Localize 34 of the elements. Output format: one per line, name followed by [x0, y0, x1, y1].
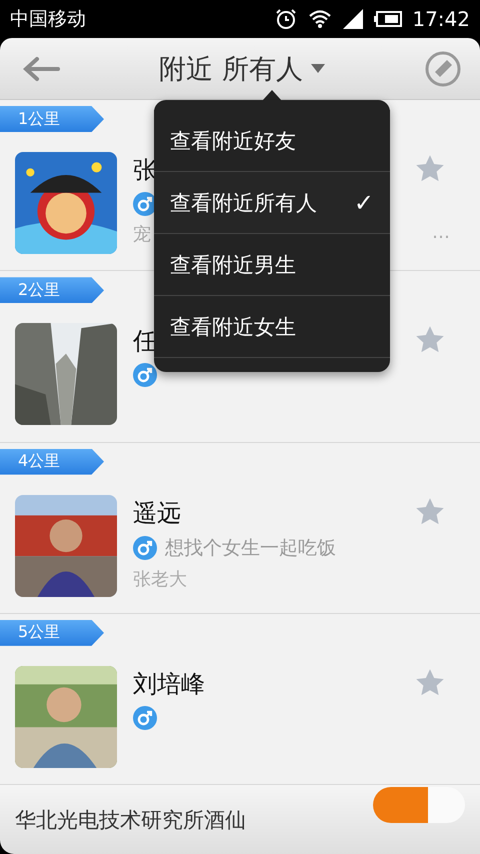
- star-icon[interactable]: [415, 668, 445, 698]
- carrier-name: 中国移动: [10, 7, 87, 32]
- ellipsis-text: …: [432, 222, 450, 246]
- person-row[interactable]: 遥远 想找个女生一起吃饭 张老大: [0, 474, 480, 614]
- signal-icon: [342, 8, 364, 30]
- menu-item[interactable]: 查看附近男生: [154, 234, 390, 296]
- wifi-icon: [308, 9, 332, 29]
- menu-item[interactable]: 查看附近所有人 ✓: [154, 172, 390, 234]
- signature-text: 张老大: [133, 568, 188, 591]
- check-mark: ✓: [354, 188, 374, 216]
- person-name: 遥远: [133, 498, 181, 529]
- person-name: 刘培峰: [133, 668, 205, 700]
- male-icon: [133, 536, 157, 560]
- person-row[interactable]: 刘培峰: [0, 646, 480, 785]
- menu-item[interactable]: 查看附近女生: [154, 296, 390, 358]
- distance-label: 1公里: [0, 106, 104, 132]
- menu-item[interactable]: 查看附近好友: [154, 110, 390, 172]
- location-text: 华北光电技术研究所酒仙: [15, 806, 246, 834]
- status-text: 想找个女生一起吃饭: [165, 536, 336, 561]
- person-name: 张: [133, 155, 157, 186]
- signature-text: 宠: [133, 223, 151, 246]
- toggle-switch[interactable]: [373, 786, 465, 822]
- distance-label: 4公里: [0, 448, 104, 475]
- person-name: 任: [133, 326, 157, 358]
- battery-icon: [374, 11, 402, 27]
- back-arrow-icon[interactable]: [22, 56, 60, 82]
- star-icon[interactable]: [415, 496, 445, 527]
- male-icon: [133, 706, 157, 730]
- caret-icon: [310, 64, 325, 73]
- male-icon: [133, 363, 157, 388]
- alarm-icon: [274, 7, 298, 31]
- clock-time: 17:42: [412, 7, 470, 31]
- distance-label: 5公里: [0, 620, 104, 646]
- distance-label: 2公里: [0, 277, 104, 304]
